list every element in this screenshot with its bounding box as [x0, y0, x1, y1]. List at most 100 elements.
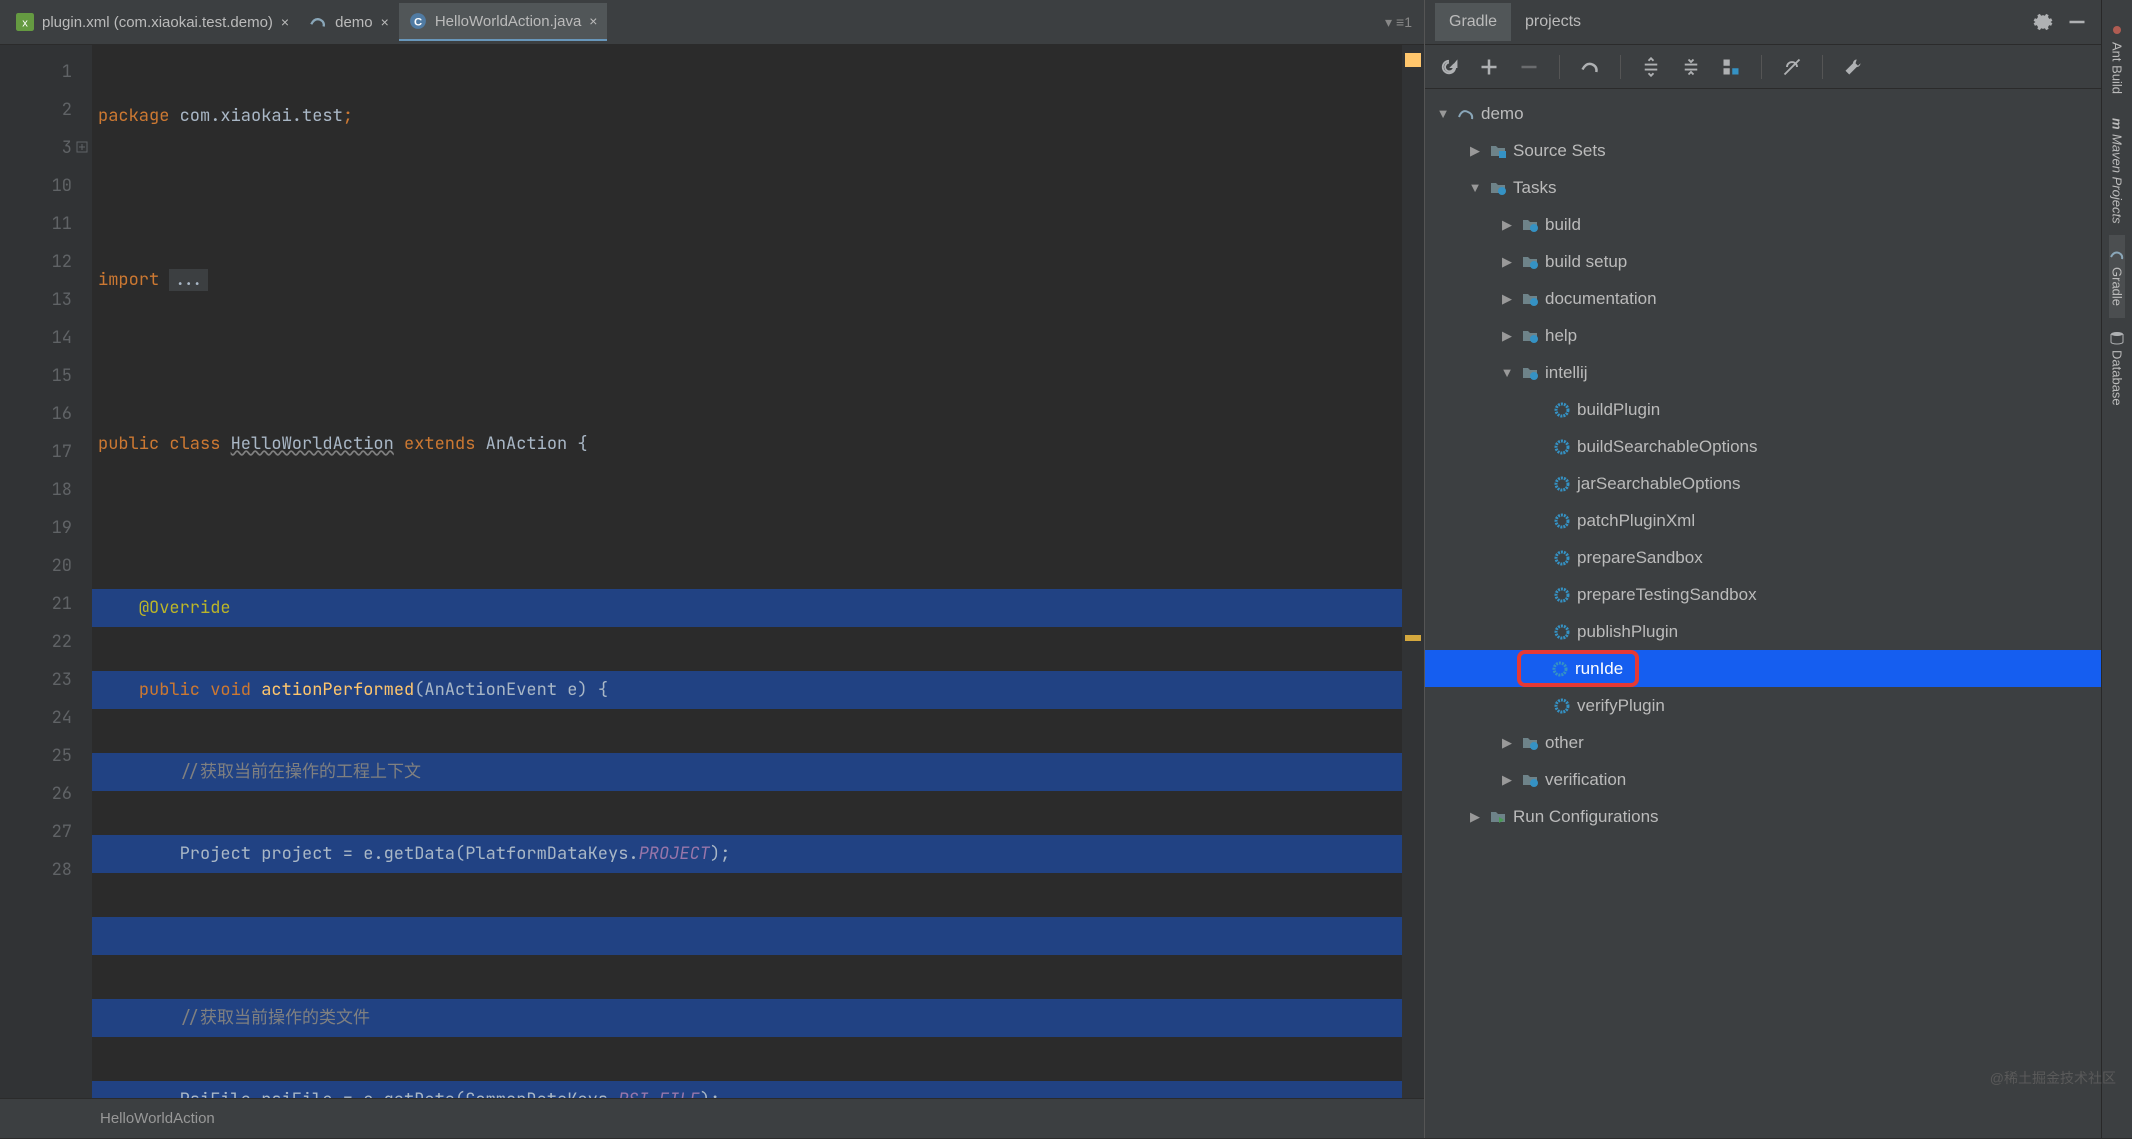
tree-task[interactable]: publishPlugin: [1425, 613, 2101, 650]
right-tool-strip: Ant Build mMaven Projects Gradle Databas…: [2101, 0, 2132, 1138]
tree-run-configurations[interactable]: ▶Run Configurations: [1425, 798, 2101, 835]
gear-task-icon: [1553, 697, 1571, 715]
folder-icon: [1489, 142, 1507, 160]
line-number[interactable]: 11: [0, 205, 72, 243]
scrollbar-warning-marker[interactable]: [1405, 53, 1421, 67]
line-number[interactable]: 26: [0, 775, 72, 813]
folder-run-icon: [1489, 808, 1507, 826]
line-number[interactable]: 10: [0, 167, 72, 205]
gear-task-icon: [1551, 660, 1569, 678]
code-editor[interactable]: package com.xiaokai.test; import ... pub…: [92, 45, 1424, 1098]
database-icon: [2109, 330, 2125, 346]
line-number[interactable]: 13: [0, 281, 72, 319]
folder-gear-icon: [1521, 771, 1539, 789]
line-number[interactable]: 22: [0, 623, 72, 661]
close-icon[interactable]: ×: [281, 14, 289, 30]
line-number[interactable]: 2: [0, 91, 72, 129]
tab-helloworld-java[interactable]: C HelloWorldAction.java ×: [399, 3, 608, 41]
tree-folder-help[interactable]: ▶help: [1425, 317, 2101, 354]
tree-task[interactable]: buildSearchableOptions: [1425, 428, 2101, 465]
tab-demo[interactable]: demo ×: [299, 3, 399, 41]
line-number[interactable]: 16: [0, 395, 72, 433]
line-number[interactable]: 14O: [0, 319, 72, 357]
tree-folder-other[interactable]: ▶other: [1425, 724, 2101, 761]
split-indicator[interactable]: ▾≡1: [1385, 14, 1424, 31]
editor-body: 1 2 3 10 11 12 13 14O 15 16 17 18 19 20 …: [0, 45, 1424, 1098]
tree-task[interactable]: buildPlugin: [1425, 391, 2101, 428]
tool-maven[interactable]: mMaven Projects: [2110, 106, 2125, 235]
tool-database[interactable]: Database: [2109, 318, 2125, 418]
panel-tab-projects[interactable]: projects: [1511, 3, 1595, 41]
folder-gear-icon: [1521, 327, 1539, 345]
tree-folder-verification[interactable]: ▶verification: [1425, 761, 2101, 798]
svg-text:x: x: [22, 18, 28, 30]
folder-gear-icon: [1521, 364, 1539, 382]
tree-folder-intellij[interactable]: ▼intellij: [1425, 354, 2101, 391]
line-number[interactable]: 1: [0, 53, 72, 91]
line-number[interactable]: 17: [0, 433, 72, 471]
elephant-icon[interactable]: [1580, 57, 1600, 77]
expand-all-icon[interactable]: [1641, 57, 1661, 77]
close-icon[interactable]: ×: [381, 14, 389, 30]
gradle-toolbar: [1425, 45, 2101, 89]
scrollbar-warning-marker[interactable]: [1405, 635, 1421, 641]
offline-mode-icon[interactable]: [1782, 57, 1802, 77]
tab-label: plugin.xml (com.xiaokai.test.demo): [42, 14, 273, 31]
line-number[interactable]: 27: [0, 813, 72, 851]
tree-task[interactable]: patchPluginXml: [1425, 502, 2101, 539]
tree-task[interactable]: verifyPlugin: [1425, 687, 2101, 724]
refresh-icon[interactable]: [1439, 57, 1459, 77]
ant-icon: [2109, 22, 2125, 38]
close-icon[interactable]: ×: [589, 13, 597, 29]
tree-root-demo[interactable]: ▼demo: [1425, 95, 2101, 132]
tree-folder-documentation[interactable]: ▶documentation: [1425, 280, 2101, 317]
line-number[interactable]: 19: [0, 509, 72, 547]
tab-plugin-xml[interactable]: x plugin.xml (com.xiaokai.test.demo) ×: [6, 3, 299, 41]
tree-task[interactable]: prepareSandbox: [1425, 539, 2101, 576]
line-number[interactable]: 28: [0, 851, 72, 889]
tree-tasks[interactable]: ▼Tasks: [1425, 169, 2101, 206]
line-number[interactable]: 15: [0, 357, 72, 395]
line-number[interactable]: 24: [0, 699, 72, 737]
folder-gear-icon: [1521, 216, 1539, 234]
tree-folder-build[interactable]: ▶build: [1425, 206, 2101, 243]
line-number[interactable]: 20: [0, 547, 72, 585]
gutter: 1 2 3 10 11 12 13 14O 15 16 17 18 19 20 …: [0, 45, 92, 1098]
tree-folder-build-setup[interactable]: ▶build setup: [1425, 243, 2101, 280]
line-number[interactable]: 3: [0, 129, 72, 167]
tree-task[interactable]: jarSearchableOptions: [1425, 465, 2101, 502]
gradle-project-icon: [1457, 105, 1475, 123]
tree-task-runide[interactable]: runIde: [1425, 650, 2101, 687]
wrench-icon[interactable]: [1843, 57, 1863, 77]
gradle-tree: ▼demo ▶Source Sets ▼Tasks ▶build ▶build …: [1425, 89, 2101, 1138]
watermark: @稀土掘金技术社区: [1990, 1068, 2116, 1088]
show-dependencies-icon[interactable]: [1721, 57, 1741, 77]
line-number[interactable]: 21: [0, 585, 72, 623]
gear-task-icon: [1553, 401, 1571, 419]
line-number[interactable]: 18: [0, 471, 72, 509]
minimize-icon[interactable]: [2067, 12, 2087, 32]
tree-task[interactable]: prepareTestingSandbox: [1425, 576, 2101, 613]
fold-expand-icon[interactable]: [76, 129, 88, 167]
remove-icon[interactable]: [1519, 57, 1539, 77]
gear-icon[interactable]: [2033, 12, 2053, 32]
collapse-all-icon[interactable]: [1681, 57, 1701, 77]
panel-tab-gradle[interactable]: Gradle: [1435, 3, 1511, 41]
tool-gradle[interactable]: Gradle: [2109, 235, 2125, 318]
line-number[interactable]: 23: [0, 661, 72, 699]
xml-file-icon: x: [16, 13, 34, 31]
gradle-icon: [309, 13, 327, 31]
svg-text:C: C: [414, 17, 422, 29]
folder-gear-icon: [1521, 290, 1539, 308]
tool-ant-build[interactable]: Ant Build: [2109, 10, 2125, 106]
tree-source-sets[interactable]: ▶Source Sets: [1425, 132, 2101, 169]
gear-task-icon: [1553, 623, 1571, 641]
editor-tabs-bar: x plugin.xml (com.xiaokai.test.demo) × d…: [0, 0, 1424, 45]
line-number[interactable]: 12: [0, 243, 72, 281]
line-number[interactable]: 25: [0, 737, 72, 775]
breadcrumb[interactable]: HelloWorldAction: [0, 1098, 1424, 1138]
gear-task-icon: [1553, 475, 1571, 493]
folder-gear-icon: [1489, 179, 1507, 197]
editor-scrollbar[interactable]: [1402, 45, 1424, 1098]
add-icon[interactable]: [1479, 57, 1499, 77]
